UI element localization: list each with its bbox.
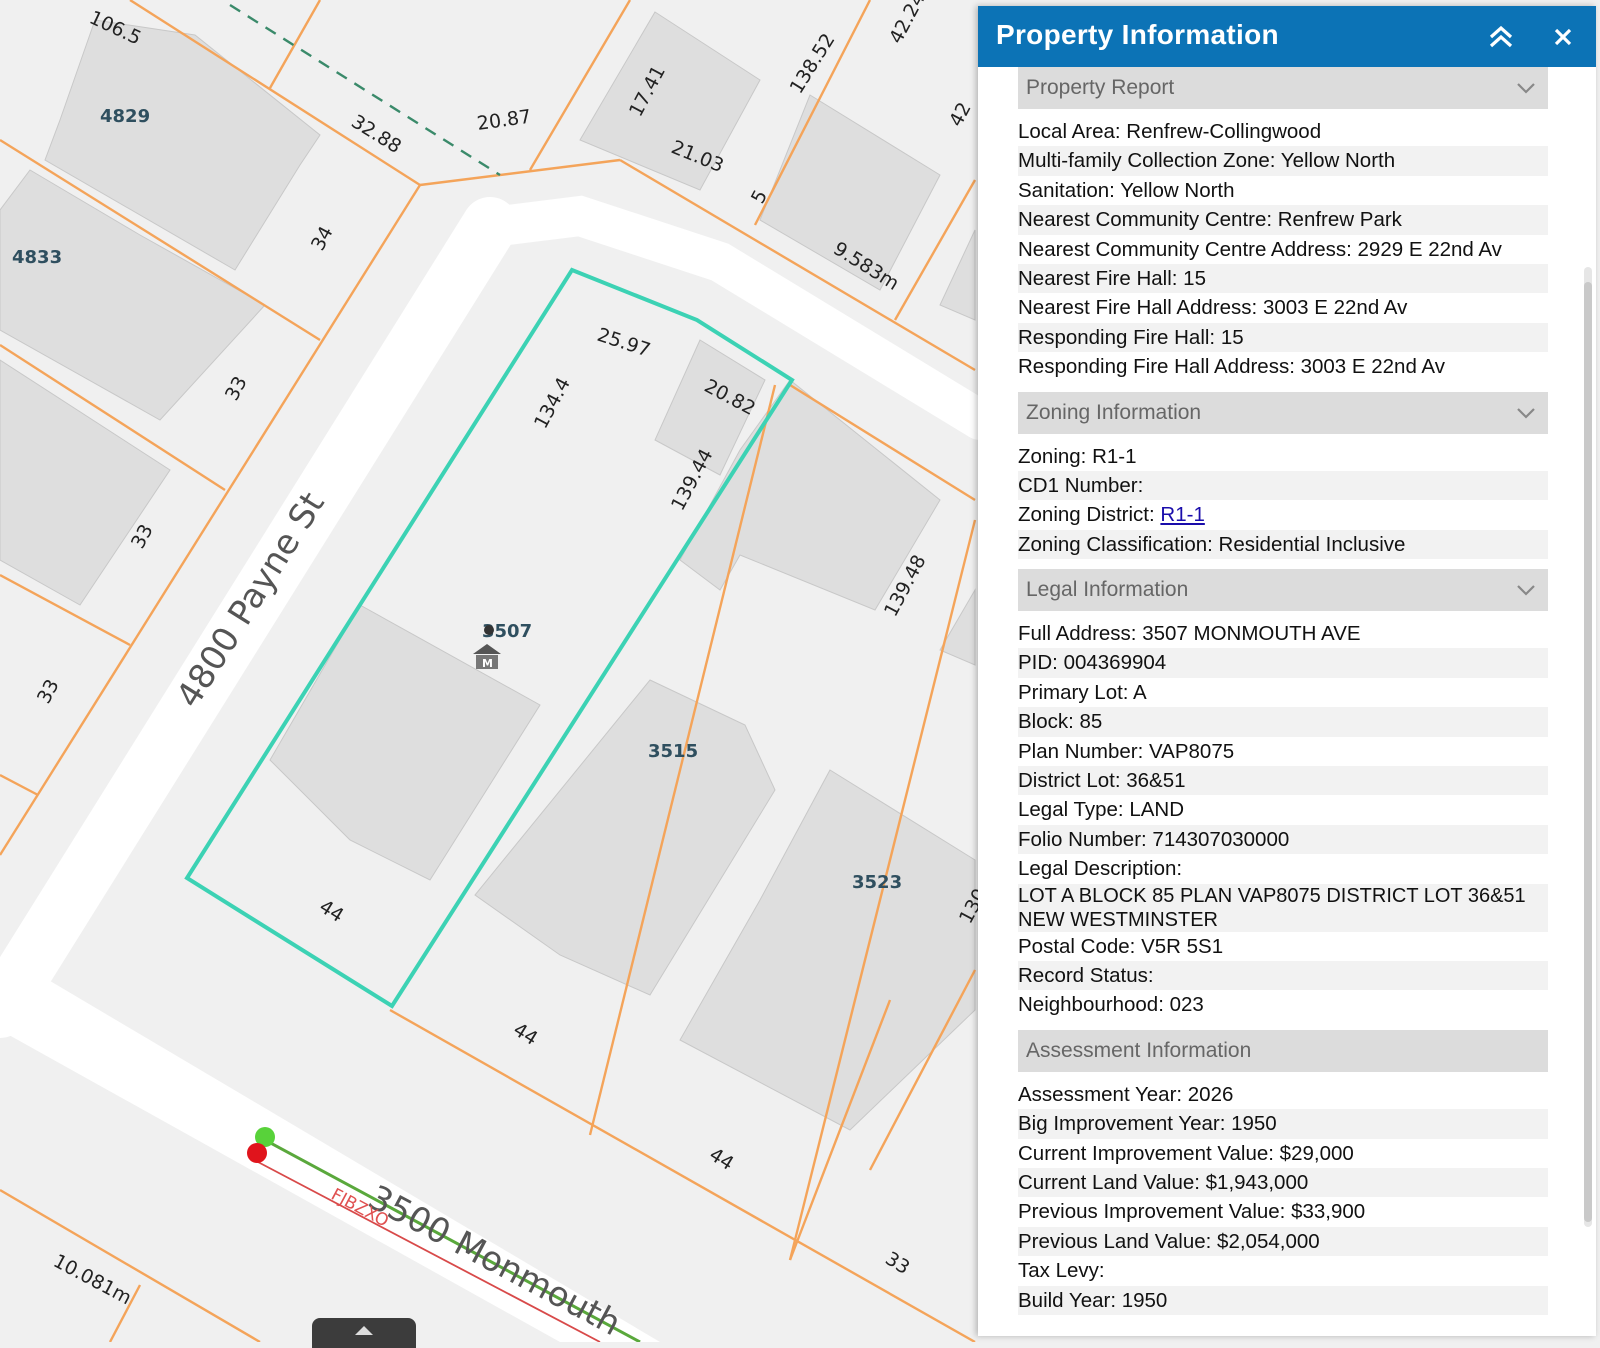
info-row: Nearest Fire Hall Address: 3003 E 22nd A…	[1018, 296, 1408, 320]
zoning-district-link[interactable]: R1-1	[1160, 503, 1204, 526]
info-row: Current Improvement Value: $29,000	[1018, 1141, 1354, 1165]
info-row: Previous Land Value: $2,054,000	[1018, 1226, 1548, 1257]
scrollbar-thumb[interactable]	[1584, 282, 1592, 1222]
info-row: Build Year: 1950	[1018, 1285, 1548, 1315]
info-row: Previous Improvement Value: $33,900	[1018, 1200, 1366, 1224]
close-panel-button[interactable]	[1546, 20, 1580, 54]
info-row: Local Area: Renfrew-Collingwood	[1018, 120, 1322, 143]
zoning-rows: Zoning: R1-1 CD1 Number: Zoning District…	[1018, 434, 1548, 560]
section-header-property-report[interactable]: Property Report	[1018, 67, 1548, 109]
panel-body[interactable]: Property Report Local Area: Renfrew-Coll…	[978, 67, 1596, 1336]
legal-description-value: LOT A BLOCK 85 PLAN VAP8075 DISTRICT LOT…	[1018, 883, 1548, 932]
info-row: Plan Number: VAP8075	[1018, 739, 1235, 763]
close-icon	[1554, 28, 1572, 46]
info-row: Block: 85	[1018, 707, 1548, 737]
row-label: Zoning District:	[1018, 503, 1161, 527]
info-row: Tax Levy:	[1018, 1259, 1105, 1283]
info-row: Multi-family Collection Zone: Yellow Nor…	[1018, 146, 1548, 176]
info-row: Legal Type: LAND	[1018, 798, 1185, 822]
chevron-up-icon	[355, 1326, 373, 1335]
info-row: Nearest Fire Hall: 15	[1018, 263, 1548, 294]
info-row: Neighbourhood: 023	[1018, 993, 1204, 1017]
info-row: Assessment Year: 2026	[1018, 1082, 1234, 1106]
section-header-legal-information[interactable]: Legal Information	[1018, 569, 1548, 612]
info-row: Big Improvement Year: 1950	[1018, 1109, 1548, 1139]
section-title: Legal Information	[1026, 578, 1189, 602]
section-header-assessment-information[interactable]: Assessment Information	[1018, 1029, 1548, 1072]
chevron-down-icon	[1517, 83, 1535, 94]
svg-text:4829: 4829	[100, 106, 150, 127]
svg-text:M: M	[482, 657, 493, 670]
panel-header: Property Information	[978, 6, 1596, 67]
expand-panel-handle[interactable]	[312, 1318, 416, 1348]
info-row: Record Status:	[1018, 960, 1548, 991]
end-point-marker[interactable]	[247, 1143, 267, 1163]
info-row: Responding Fire Hall Address: 3003 E 22n…	[1018, 355, 1445, 379]
info-row: Zoning Classification: Residential Inclu…	[1018, 529, 1548, 560]
svg-text:3515: 3515	[648, 741, 698, 762]
panel-title: Property Information	[996, 19, 1279, 50]
property-information-panel: Property Information Property Report Loc…	[978, 6, 1596, 1336]
info-row: Nearest Community Centre Address: 2929 E…	[1018, 237, 1502, 261]
info-row: District Lot: 36&51	[1018, 766, 1548, 796]
info-row-zoning-district: Zoning District: R1-1	[1018, 500, 1548, 529]
info-row: Current Land Value: $1,943,000	[1018, 1167, 1548, 1198]
info-row: Primary Lot: A	[1018, 680, 1147, 704]
property-report-rows: Local Area: Renfrew-Collingwood Multi-fa…	[1018, 109, 1548, 382]
chevron-down-icon	[1517, 407, 1535, 419]
info-row: Full Address: 3507 MONMOUTH AVE	[1018, 622, 1361, 646]
section-header-zoning-information[interactable]: Zoning Information	[1018, 391, 1548, 434]
svg-text:3523: 3523	[852, 872, 902, 893]
info-row: Zoning: R1-1	[1018, 444, 1137, 468]
section-title: Assessment Information	[1026, 1038, 1252, 1062]
section-title: Zoning Information	[1026, 400, 1202, 424]
double-chevron-up-icon	[1489, 25, 1513, 48]
svg-text:4833: 4833	[12, 247, 62, 268]
info-row: Responding Fire Hall: 15	[1018, 322, 1548, 353]
info-row: Postal Code: V5R 5S1	[1018, 934, 1224, 958]
info-row: PID: 004369904	[1018, 648, 1548, 678]
info-row: Sanitation: Yellow North	[1018, 178, 1235, 202]
info-row: CD1 Number:	[1018, 470, 1548, 501]
assessment-rows: Assessment Year: 2026 Big Improvement Ye…	[1018, 1072, 1548, 1315]
info-row: Legal Description:	[1018, 857, 1183, 881]
chevron-down-icon	[1517, 585, 1535, 596]
legal-rows: Full Address: 3507 MONMOUTH AVE PID: 004…	[1018, 611, 1548, 1020]
info-row: Nearest Community Centre: Renfrew Park	[1018, 205, 1548, 235]
collapse-panel-button[interactable]	[1484, 20, 1518, 54]
info-row: Folio Number: 714307030000	[1018, 824, 1548, 855]
section-title: Property Report	[1026, 76, 1175, 99]
